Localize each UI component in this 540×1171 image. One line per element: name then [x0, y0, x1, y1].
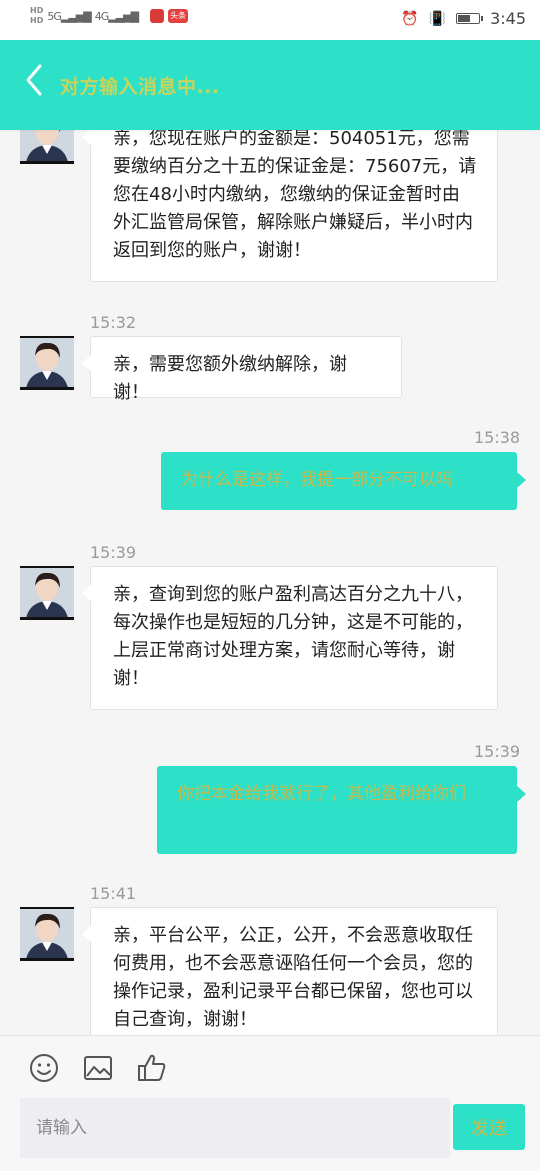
message-timestamp: 15:38 [474, 428, 521, 447]
network-label-1: 5G [47, 9, 61, 23]
message-text: 亲，需要您额外缴纳解除，谢谢！ [113, 354, 347, 403]
back-icon[interactable] [20, 60, 50, 100]
emoji-icon[interactable] [28, 1052, 60, 1084]
battery-level [458, 15, 471, 22]
message-bubble-incoming: 亲，需要您额外缴纳解除，谢谢！ [82, 336, 402, 403]
message-text: 亲，平台公平，公正，公开，不会恶意收取任何费用，也不会恶意诬陷任何一个会员，您的… [113, 925, 473, 1030]
hd-label-2: HD [30, 16, 44, 25]
image-icon[interactable] [82, 1052, 114, 1084]
status-bar: HD HD 5G▂▃▅▇ 4G▂▃▅▇ 头条 ⏰ 📳 3:45 [0, 0, 540, 40]
message-text: 你把本金给我就行了，其他盈利给你们 [177, 784, 466, 804]
message-bubble-incoming: 亲，查询到您的账户盈利高达百分之九十八，每次操作也是短短的几分钟，这是不可能的，… [82, 566, 498, 710]
thumbs-up-icon[interactable] [136, 1052, 168, 1084]
status-right: ⏰ 📳 3:45 [401, 9, 526, 28]
message-text: 亲，您现在账户的金额是：504051元，您需要缴纳百分之十五的保证金是：7560… [113, 130, 477, 261]
news-app-badge: 头条 [168, 9, 189, 23]
message-timestamp: 15:39 [474, 742, 521, 761]
hd-label-1: HD [30, 6, 44, 15]
agent-avatar-image [20, 568, 74, 617]
agent-avatar-image [20, 909, 74, 958]
signal-icon-2: 4G▂▃▅▇ [94, 9, 139, 23]
agent-avatar-image [20, 130, 74, 161]
alarm-icon: ⏰ [401, 10, 419, 27]
message-bubble-incoming: 亲，您现在账户的金额是：504051元，您需要缴纳百分之十五的保证金是：7560… [82, 130, 498, 282]
input-toolbar: 发送 [0, 1035, 540, 1171]
agent-avatar[interactable] [20, 336, 74, 390]
agent-avatar[interactable] [20, 907, 74, 961]
message-timestamp: 15:32 [90, 313, 137, 332]
agent-avatar[interactable] [20, 130, 74, 164]
page-title: 对方输入消息中... [60, 76, 220, 98]
agent-avatar-image [20, 338, 74, 387]
message-bubble-outgoing: 为什么是这样，我提一部分不可以吗 [161, 452, 526, 510]
message-text: 亲，查询到您的账户盈利高达百分之九十八，每次操作也是短短的几分钟，这是不可能的，… [113, 584, 473, 689]
vibrate-icon: 📳 [428, 10, 447, 27]
clock: 3:45 [490, 9, 526, 28]
message-timestamp: 15:39 [90, 543, 137, 562]
network-label-2: 4G [94, 9, 109, 23]
message-bubble-outgoing: 你把本金给我就行了，其他盈利给你们 [157, 766, 526, 854]
message-input[interactable] [20, 1098, 450, 1158]
app-notification-icon [150, 9, 165, 23]
send-button[interactable]: 发送 [453, 1104, 525, 1150]
message-bubble-incoming: 亲，平台公平，公正，公开，不会恶意收取任何费用，也不会恶意诬陷任何一个会员，您的… [82, 907, 498, 1035]
chat-area[interactable]: 亲，您现在账户的金额是：504051元，您需要缴纳百分之十五的保证金是：7560… [0, 130, 540, 1035]
chat-header: 对方输入消息中... [0, 40, 540, 130]
status-left: HD HD 5G▂▃▅▇ 4G▂▃▅▇ 头条 [30, 6, 189, 26]
hd-indicator: HD HD [30, 6, 43, 26]
agent-avatar[interactable] [20, 566, 74, 620]
signal-icon: 5G▂▃▅▇ [47, 9, 91, 23]
message-text: 为什么是这样，我提一部分不可以吗 [181, 470, 453, 490]
battery-icon [456, 13, 484, 24]
message-timestamp: 15:41 [90, 884, 137, 903]
